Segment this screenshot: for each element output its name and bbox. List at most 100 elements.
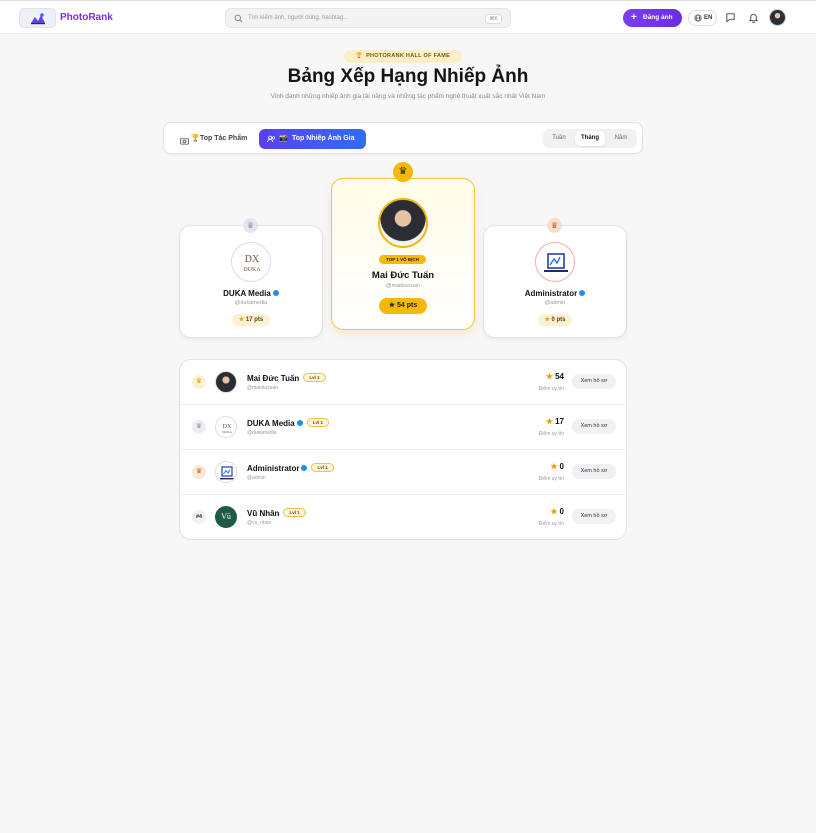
level-badge: Lvl 1 <box>311 463 334 473</box>
table-row[interactable]: #4 Vũ Vũ Nhân Lvl 1 @vu_nhan ★ 0 Điểm uy t… <box>180 495 626 539</box>
star-icon: ★ <box>545 417 554 426</box>
leaderboard-tabbar: 🏆 Top Tác Phẩm 📸 Top Nhiếp Ảnh Gia Tuần … <box>163 122 643 154</box>
page-subtitle: Vinh danh những nhiếp ảnh gia tài năng v… <box>270 93 546 100</box>
podium-first-points: ★ 54 pts <box>379 298 427 314</box>
row-score-value: 0 <box>559 507 564 516</box>
table-row[interactable]: ♛ DX DUKA DUKA Media Lvl 1 @dukamedia ★ 17… <box>180 405 626 450</box>
level-badge: Lvl 1 <box>283 508 306 518</box>
svg-text:DX: DX <box>245 254 260 265</box>
level-badge: Lvl 1 <box>303 373 326 383</box>
tab-top-photographers[interactable]: 📸 Top Nhiếp Ảnh Gia <box>259 129 366 149</box>
tab-top-photographers-label: Top Nhiếp Ảnh Gia <box>292 135 355 142</box>
row-score-value: 17 <box>555 417 564 426</box>
hall-of-fame-badge: 🏆 PHOTORANK HALL OF FAME <box>344 50 462 63</box>
star-icon: ★ <box>550 507 558 516</box>
tab-top-works-label: Top Tác Phẩm <box>200 135 248 142</box>
badge-label: PHOTORANK HALL OF FAME <box>366 53 451 59</box>
gold-crown-icon: ♛ <box>192 375 206 389</box>
camera-icon <box>180 133 189 153</box>
row-handle: @admin <box>247 475 266 481</box>
user-avatar[interactable] <box>769 9 786 26</box>
podium-third-points: ★ 0 pts <box>538 314 572 326</box>
tab-top-works[interactable]: 🏆 Top Tác Phẩm <box>172 129 254 149</box>
verified-icon <box>579 289 586 296</box>
users-icon <box>267 129 276 151</box>
row-handle: @vu_nhan <box>247 520 272 526</box>
row-score: ★ 17 <box>546 417 564 426</box>
logo[interactable] <box>19 8 56 28</box>
view-profile-button[interactable]: Xem hồ sơ <box>572 464 616 479</box>
svg-text:DUKA: DUKA <box>222 430 233 434</box>
row-score-value: 54 <box>555 372 564 381</box>
verified-icon <box>272 289 279 296</box>
podium-third-name-text: Administrator <box>524 289 578 298</box>
avatar <box>215 371 237 393</box>
svg-text:DUKA: DUKA <box>243 267 261 273</box>
avatar: DX DUKA <box>231 242 271 282</box>
avatar: Vũ <box>215 506 237 528</box>
level-badge: Lvl 1 <box>306 418 329 428</box>
star-icon: ★ <box>238 317 245 323</box>
silver-crown-icon: ♛ <box>243 218 258 233</box>
camera-badge-icon: 📸 <box>279 135 288 142</box>
brand-name[interactable]: PhotoRank <box>60 12 113 23</box>
table-row[interactable]: ♛ Mai Đức Tuấn Lvl 1 @maiductuan ★ 54 Điểm… <box>180 360 626 405</box>
plus-icon: + <box>631 12 637 23</box>
row-name: Vũ Nhân Lvl 1 <box>247 508 306 518</box>
period-week[interactable]: Tuần <box>545 131 573 146</box>
chat-icon[interactable] <box>725 12 736 23</box>
duka-logo-icon: DX DUKA <box>222 424 233 434</box>
verified-icon <box>296 419 303 426</box>
search-input[interactable]: Tìm kiếm ảnh, người dùng, hashtag... <box>248 15 348 21</box>
row-name: Mai Đức Tuấn Lvl 1 <box>247 373 326 383</box>
view-profile-button[interactable]: Xem hồ sơ <box>572 419 616 434</box>
star-icon: ★ <box>388 302 396 309</box>
search-shortcut: ⌘K <box>485 14 502 24</box>
period-year[interactable]: Năm <box>607 131 635 146</box>
row-score-label: Điểm uy tín <box>538 476 564 482</box>
language-button[interactable]: EN <box>688 10 717 26</box>
admin-logo-icon <box>220 466 234 480</box>
row-name-text: Administrator <box>247 464 300 473</box>
row-name-text: Mai Đức Tuấn <box>247 374 300 383</box>
globe-icon <box>694 14 702 22</box>
row-score: ★ 54 <box>546 372 564 381</box>
row-name: Administrator Lvl 1 <box>247 463 334 473</box>
row-score: ★ 0 <box>550 462 564 471</box>
row-score-label: Điểm uy tín <box>538 431 564 437</box>
avatar-first <box>378 198 428 248</box>
row-score-label: Điểm uy tín <box>538 386 564 392</box>
row-score: ★ 0 <box>550 507 564 516</box>
view-profile-button[interactable]: Xem hồ sơ <box>572 509 616 524</box>
row-handle: @dukamedia <box>247 430 277 436</box>
verified-icon <box>301 464 308 471</box>
post-photo-label: Đăng ảnh <box>643 14 673 21</box>
avatar <box>535 242 575 282</box>
podium-second-name-text: DUKA Media <box>223 289 271 298</box>
row-name-text: Vũ Nhân <box>247 509 280 518</box>
row-name: DUKA Media Lvl 1 <box>247 418 329 428</box>
period-switch: Tuần Tháng Năm <box>543 129 637 148</box>
podium-first-name: Mai Đức Tuấn <box>371 270 435 281</box>
bell-icon[interactable] <box>748 12 759 23</box>
trophy-icon: 🏆 <box>355 53 364 59</box>
podium-third-name: Administrator <box>483 289 627 298</box>
view-profile-button[interactable]: Xem hồ sơ <box>572 374 616 389</box>
podium-second-points: ★ 17 pts <box>232 314 270 326</box>
search-icon <box>234 14 243 23</box>
podium-first-points-text: 54 pts <box>397 302 418 309</box>
table-row[interactable]: ♛ Administrator Lvl 1 @admin ★ 0 Điểm uy t… <box>180 450 626 495</box>
bronze-crown-icon: ♛ <box>547 218 562 233</box>
search-bar[interactable]: Tìm kiếm ảnh, người dùng, hashtag... ⌘K <box>225 8 511 28</box>
logo-icon <box>31 13 45 25</box>
podium-third-handle: @admin <box>544 300 566 306</box>
post-photo-button[interactable]: + Đăng ảnh <box>623 9 682 27</box>
silver-crown-icon: ♛ <box>192 420 206 434</box>
period-month[interactable]: Tháng <box>575 131 605 146</box>
avatar <box>215 461 237 483</box>
podium-second-name: DUKA Media <box>179 289 323 298</box>
podium-second-handle: @dukamedia <box>234 300 268 306</box>
duka-logo-icon: DX DUKA <box>243 254 261 273</box>
row-handle: @maiductuan <box>247 385 278 391</box>
star-icon: ★ <box>550 462 558 471</box>
